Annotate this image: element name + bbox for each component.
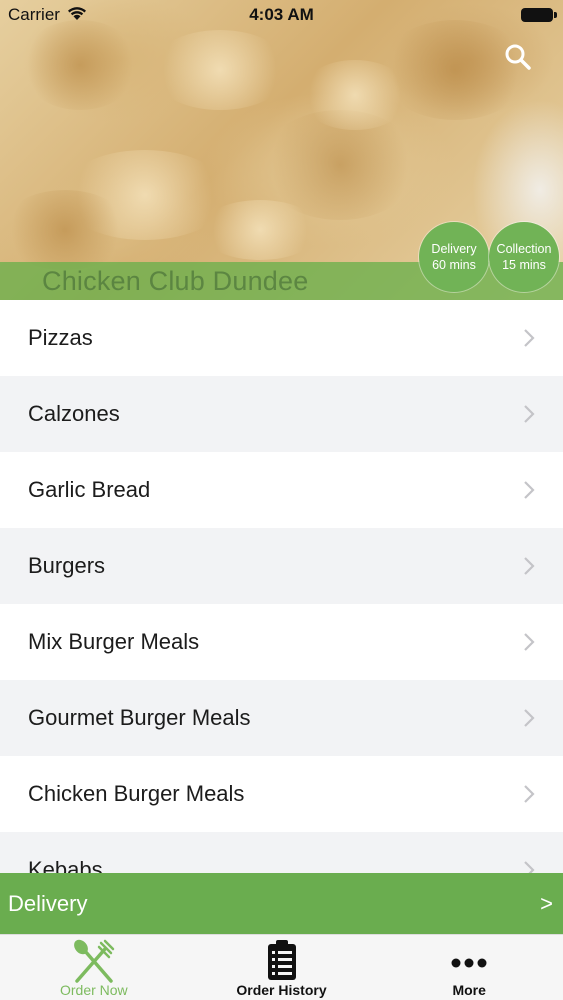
- status-time: 4:03 AM: [249, 5, 314, 24]
- collection-badge-time: 15 mins: [502, 258, 546, 272]
- battery-icon: [521, 8, 557, 22]
- tab-label: More: [452, 982, 486, 998]
- menu-item-label: Garlic Bread: [28, 477, 151, 502]
- tab-label: Order History: [236, 982, 327, 998]
- menu-item-calzones[interactable]: Calzones: [0, 376, 563, 452]
- hero-banner: Carrier 4:03 AM Chicken Club Dundee Deli…: [0, 0, 563, 300]
- chevron-right-icon: [524, 557, 535, 575]
- menu-item-chicken-burger-meals[interactable]: Chicken Burger Meals: [0, 756, 563, 832]
- menu-item-label: Gourmet Burger Meals: [28, 705, 251, 730]
- delivery-arrow-icon: >: [540, 890, 553, 916]
- tab-label: Order Now: [59, 982, 128, 998]
- chevron-right-icon: [524, 405, 535, 423]
- status-bar: Carrier 4:03 AM: [0, 0, 563, 30]
- tab-order-now[interactable]: Order Now: [0, 935, 188, 1000]
- restaurant-name: Chicken Club Dundee: [42, 266, 309, 296]
- menu-item-label: Mix Burger Meals: [28, 629, 200, 654]
- delivery-time-badge: Delivery 60 mins: [419, 222, 489, 292]
- collection-badge-label: Collection: [496, 242, 552, 256]
- delivery-mode-label: Delivery: [8, 890, 88, 916]
- more-dots-icon: [451, 958, 487, 968]
- menu-item-label: Burgers: [28, 553, 106, 578]
- menu-item-pizzas[interactable]: Pizzas: [0, 300, 563, 376]
- collection-time-badge: Collection 15 mins: [489, 222, 559, 292]
- menu-item-mix-burger-meals[interactable]: Mix Burger Meals: [0, 604, 563, 680]
- menu-item-gourmet-burger-meals[interactable]: Gourmet Burger Meals: [0, 680, 563, 756]
- tab-more[interactable]: More: [375, 935, 563, 1000]
- chevron-right-icon: [524, 633, 535, 651]
- menu-item-label: Pizzas: [28, 325, 93, 350]
- tab-bar: Order Now Order History More: [0, 934, 563, 1000]
- delivery-badge-time: 60 mins: [432, 258, 476, 272]
- delivery-badge-label: Delivery: [431, 242, 477, 256]
- search-icon: [505, 44, 531, 70]
- menu-item-burgers[interactable]: Burgers: [0, 528, 563, 604]
- delivery-mode-bar[interactable]: Delivery >: [0, 873, 563, 934]
- menu-item-label: Chicken Burger Meals: [28, 781, 245, 806]
- clipboard-list-icon: [267, 940, 296, 980]
- chevron-right-icon: [524, 481, 535, 499]
- search-button[interactable]: [503, 42, 533, 72]
- fork-knife-icon: [73, 939, 115, 983]
- chevron-right-icon: [524, 329, 535, 347]
- chevron-right-icon: [524, 709, 535, 727]
- menu-item-label: Calzones: [28, 401, 120, 426]
- menu-item-garlic-bread[interactable]: Garlic Bread: [0, 452, 563, 528]
- chevron-right-icon: [524, 785, 535, 803]
- menu-category-list: Pizzas Calzones Garlic Bread Burgers Mix…: [0, 300, 563, 908]
- tab-order-history[interactable]: Order History: [188, 935, 376, 1000]
